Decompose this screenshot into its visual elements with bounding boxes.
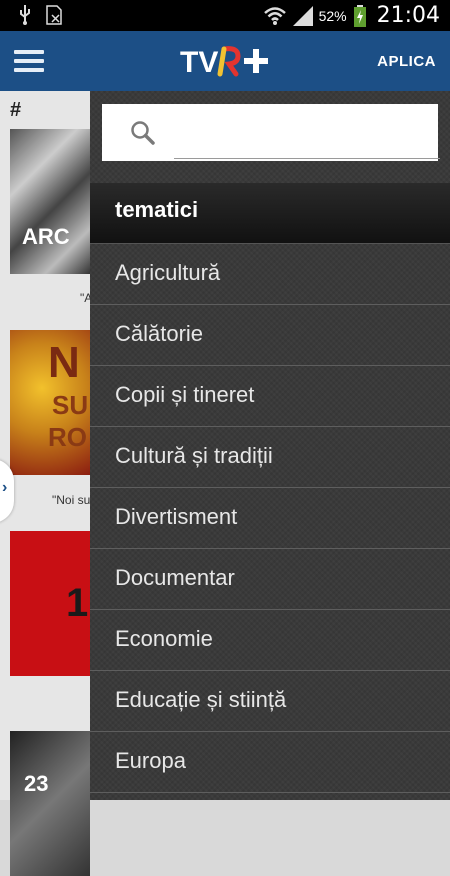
category-label: Copii și tineret: [115, 382, 255, 407]
navigation-drawer: tematici Agricultură Călătorie Copii și …: [90, 91, 450, 800]
search-input[interactable]: [174, 114, 440, 159]
section-title: tematici: [115, 197, 199, 222]
video-thumbnail[interactable]: 23: [10, 731, 90, 876]
sim-icon: [46, 5, 62, 25]
list-item-caption: "Noi su: [52, 493, 91, 507]
category-item-agricultura[interactable]: Agricultură: [90, 244, 450, 305]
thumbnail-text: ARC: [22, 224, 70, 249]
status-bar: 52% 21:04: [0, 0, 450, 31]
category-item-europa[interactable]: Europa: [90, 732, 450, 793]
aplica-button[interactable]: APLICA: [377, 53, 436, 70]
category-item-documentar[interactable]: Documentar: [90, 549, 450, 610]
category-label: Europa: [115, 748, 186, 773]
tvr-plus-logo: TV: [180, 46, 268, 79]
category-item-economie[interactable]: Economie: [90, 610, 450, 671]
section-header: tematici: [90, 183, 450, 244]
video-thumbnail[interactable]: ARC: [10, 129, 90, 274]
category-item-cultura-si-traditii[interactable]: Cultură și tradiții: [90, 427, 450, 488]
category-item-calatorie[interactable]: Călătorie: [90, 305, 450, 366]
thumbnail-text: N: [48, 338, 80, 387]
signal-icon: [292, 5, 313, 26]
category-label: Cultură și tradiții: [115, 443, 273, 468]
category-label: Economie: [115, 626, 213, 651]
battery-icon: [353, 4, 366, 27]
thumbnail-text: 1: [66, 581, 89, 625]
clock: 21:04: [376, 3, 440, 28]
menu-icon[interactable]: [14, 50, 44, 72]
usb-icon: [20, 5, 30, 25]
category-label: Agricultură: [115, 260, 221, 285]
wifi-icon: [263, 6, 286, 25]
thumbnail-text: 23: [24, 771, 49, 796]
search-icon: [131, 121, 155, 145]
category-item-divertisment[interactable]: Divertisment: [90, 488, 450, 549]
category-label: Divertisment: [115, 504, 238, 529]
list-header: #: [10, 99, 22, 121]
battery-percent: 52%: [318, 7, 347, 24]
thumbnail-text: SU: [52, 390, 89, 420]
search-box: [102, 104, 440, 161]
video-thumbnail[interactable]: N SU RO: [10, 330, 90, 475]
video-thumbnail[interactable]: 1: [10, 531, 90, 676]
content-list: # ARC "A N SU RO "Noi su 1 23 ›: [0, 91, 92, 876]
app-bar: TV APLICA: [0, 31, 450, 91]
category-label: Educație și stiință: [115, 687, 287, 712]
svg-text:TV: TV: [180, 46, 218, 79]
category-list: Agricultură Călătorie Copii și tineret C…: [90, 244, 450, 793]
chevron-right-icon: ›: [2, 479, 8, 496]
category-label: Documentar: [115, 565, 235, 590]
category-item-educatie-si-stiinta[interactable]: Educație și stiință: [90, 671, 450, 732]
thumbnail-text: RO: [48, 422, 87, 452]
category-label: Călătorie: [115, 321, 204, 346]
category-item-copii-si-tineret[interactable]: Copii și tineret: [90, 366, 450, 427]
